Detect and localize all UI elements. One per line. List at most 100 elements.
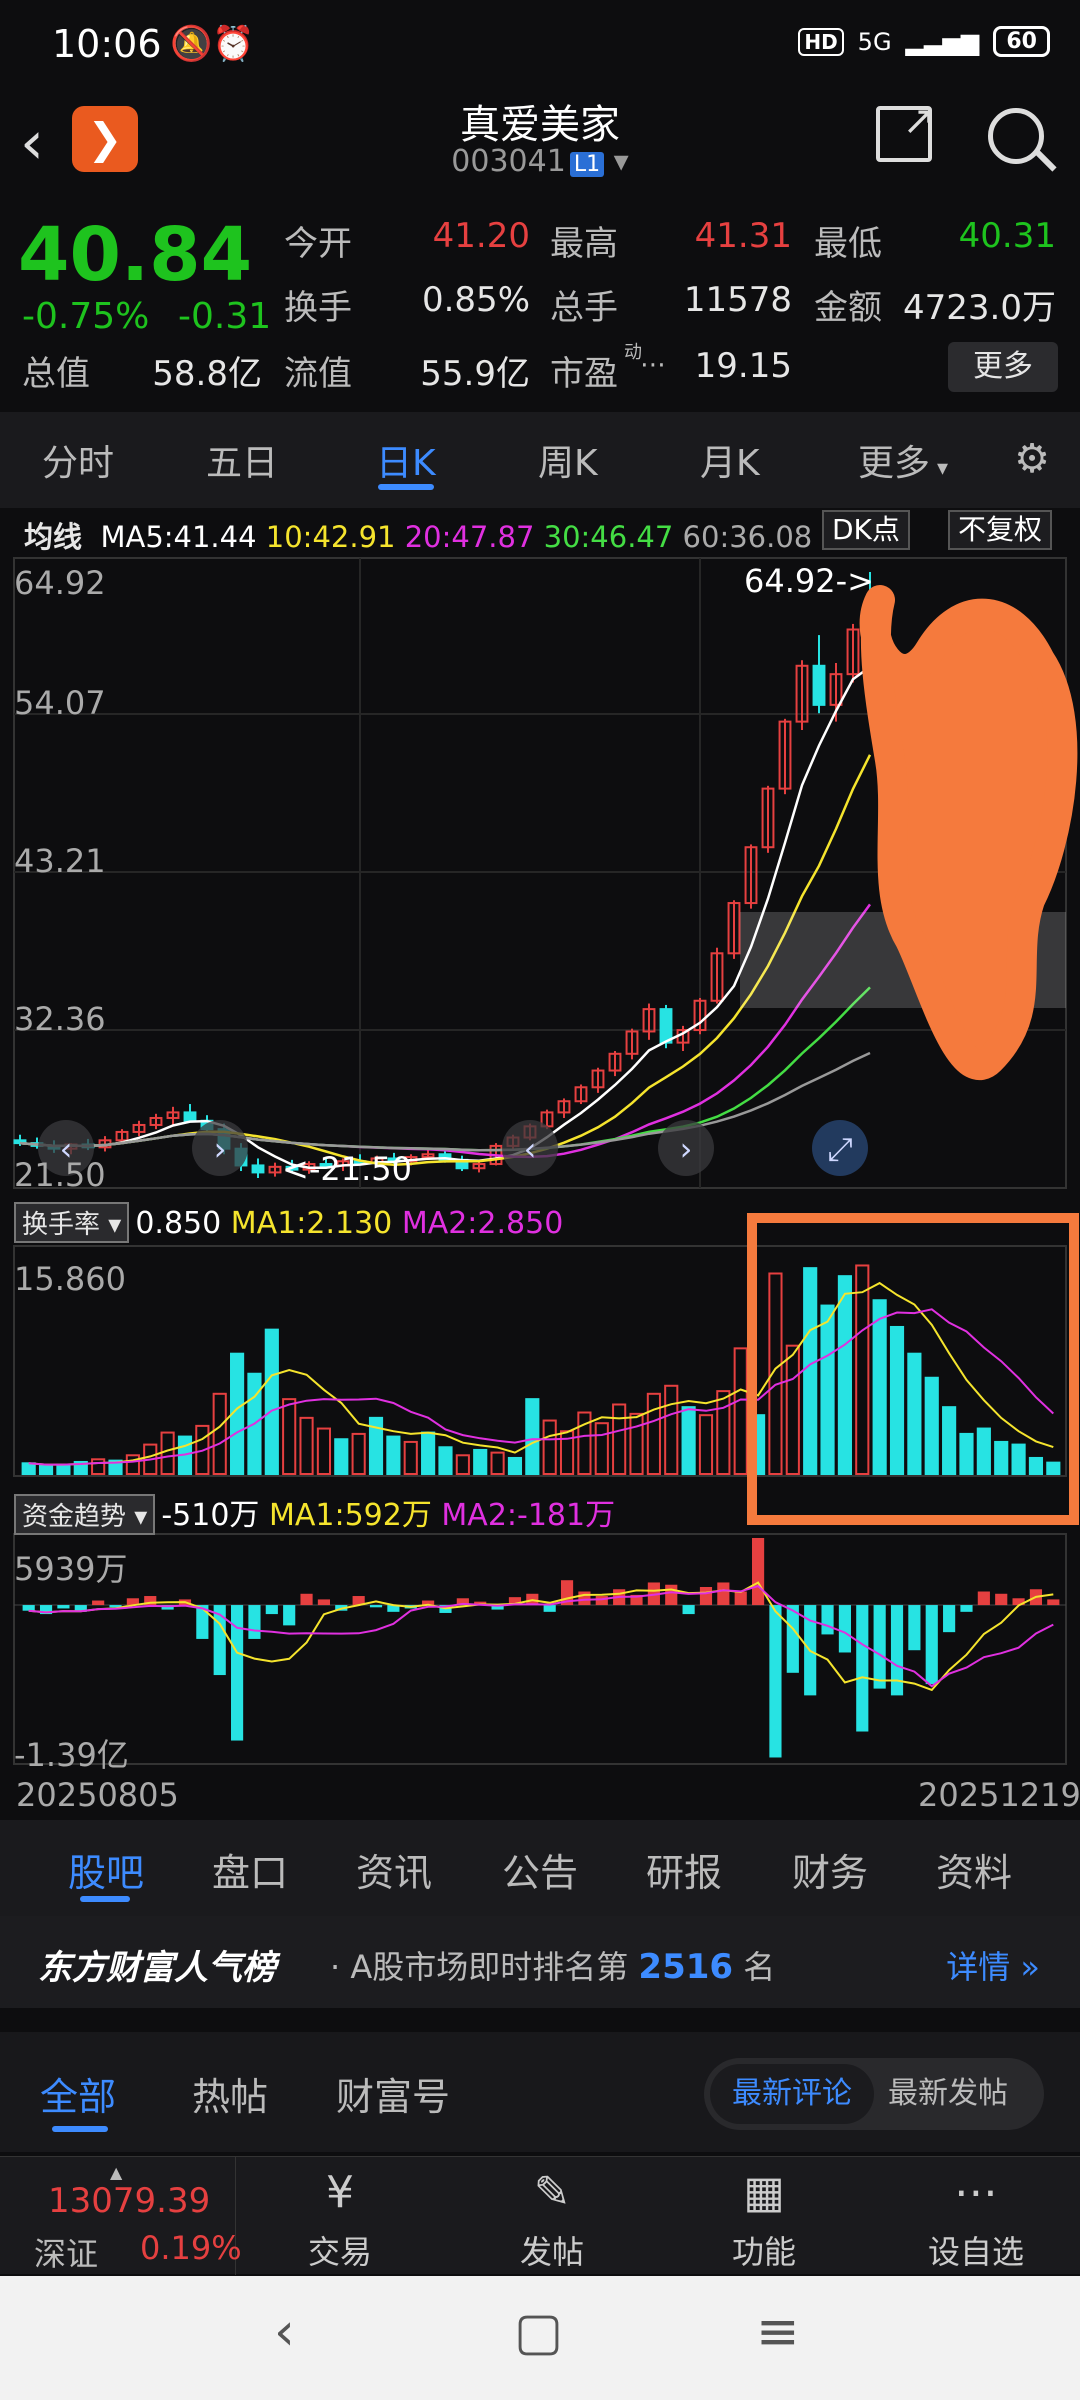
trade-button[interactable]: ¥ 交易 — [240, 2157, 440, 2275]
network-label: 5G — [857, 27, 892, 56]
nav-home-icon[interactable]: ▢ — [514, 2302, 563, 2362]
tab-intraday[interactable]: 分时 — [42, 434, 114, 486]
flow-bar — [578, 1591, 591, 1606]
turnover-bar — [38, 1464, 54, 1476]
rank-detail-link[interactable]: 详情 » — [946, 1942, 1040, 1988]
tab-daily-k[interactable]: 日K — [376, 434, 436, 486]
low-label: 最低 — [814, 224, 882, 264]
y-tick-bottom: 21.50 — [14, 1156, 106, 1194]
amount-value: 4723.0万 — [903, 288, 1056, 328]
flow-bar — [769, 1605, 782, 1758]
tab-research[interactable]: 研报 — [646, 1842, 722, 1897]
nav-menu-icon[interactable]: ≡ — [756, 2302, 800, 2362]
tab-pankou[interactable]: 盘口 — [212, 1842, 288, 1897]
flow-max: 5939万 — [14, 1550, 128, 1588]
system-nav: ‹ ▢ ≡ — [0, 2276, 1080, 2400]
turnover-bar — [803, 1267, 818, 1475]
sort-latest-comment[interactable]: 最新评论 — [710, 2064, 874, 2124]
volume-value: 11578 — [683, 280, 792, 320]
turnover-bar — [125, 1454, 140, 1475]
flow-bar — [838, 1605, 851, 1653]
turnover-bar — [1046, 1461, 1061, 1475]
last-price: 40.84 — [18, 212, 253, 298]
flow-bar — [873, 1605, 886, 1689]
y-tick-3: 43.21 — [14, 842, 106, 880]
turnover-bar — [403, 1440, 418, 1476]
flow-bar — [22, 1605, 35, 1611]
tab-guba[interactable]: 股吧 — [68, 1842, 144, 1897]
nav-back-icon[interactable]: ‹ — [274, 2302, 295, 2362]
turnover-bar — [837, 1275, 852, 1475]
info-icon[interactable]: ⋯ — [640, 350, 666, 380]
tab-monthly-k[interactable]: 月K — [700, 434, 760, 486]
index-ticker[interactable]: ▲ 13079.39 深证 0.19% — [0, 2157, 242, 2275]
y-tick-2: 54.07 — [14, 684, 106, 722]
candle-body — [183, 1111, 197, 1122]
turnover-bar — [299, 1416, 314, 1475]
tab-weekly-k[interactable]: 周K — [538, 434, 598, 486]
turnover-bar — [698, 1414, 714, 1476]
add-watchlist-button[interactable]: ⋯ 设自选 — [876, 2157, 1076, 2275]
tab-profile[interactable]: 资料 — [936, 1842, 1012, 1897]
scroll-arrow-glyph: › — [680, 1130, 693, 1168]
flow-bar — [786, 1605, 799, 1673]
turnover-selector[interactable]: 换手率 ▾ — [14, 1202, 130, 1243]
float-label: 流值 — [284, 354, 352, 394]
dk-point-button[interactable]: DK点 — [822, 510, 910, 550]
no-adjust-button[interactable]: 不复权 — [948, 510, 1053, 550]
ma60-value: 60:36.08 — [682, 520, 813, 554]
gear-icon[interactable]: ⚙ — [1014, 436, 1050, 482]
turnover-bar — [542, 1419, 557, 1475]
sort-latest-post[interactable]: 最新发帖 — [866, 2064, 1030, 2124]
tab-finance[interactable]: 财务 — [792, 1842, 868, 1897]
low-annotation: <-21.50 — [282, 1150, 412, 1188]
flow-bar — [265, 1605, 278, 1615]
rank-brand: 东方财富人气榜 — [38, 1948, 276, 1988]
turnover-value: 0.85% — [421, 280, 530, 320]
grid-icon: ▦ — [743, 2167, 785, 2218]
tab-announcements[interactable]: 公告 — [502, 1842, 578, 1897]
turnover-bar — [907, 1352, 922, 1476]
turnover-bar — [994, 1440, 1009, 1476]
popularity-rank-bar[interactable]: 东方财富人气榜 · A股市场即时排名第 2516 名 详情 » — [0, 1916, 1080, 2008]
quote-panel: 40.84 -0.75% -0.31 今开 41.20 最高 41.31 最低 … — [0, 198, 1080, 410]
pe-label: 市盈 — [550, 354, 618, 394]
turnover-bar — [421, 1431, 436, 1475]
battery-icon: 60 — [993, 26, 1050, 57]
turnover-bar — [490, 1451, 505, 1476]
more-button[interactable]: 更多 — [948, 342, 1058, 392]
tab-five-day[interactable]: 五日 — [206, 434, 278, 486]
kline-chart[interactable]: ‹ › ‹ › ⤢ — [0, 556, 1080, 1772]
high-annotation: 64.92-> — [744, 562, 874, 600]
volume-label: 总手 — [550, 288, 618, 328]
flow-bar — [92, 1600, 105, 1606]
flow-bar — [908, 1605, 921, 1651]
flow-bar — [369, 1605, 383, 1608]
level-badge: L1 — [569, 152, 605, 177]
functions-button[interactable]: ▦ 功能 — [664, 2157, 864, 2275]
post-button[interactable]: ✎ 发帖 — [452, 2157, 652, 2275]
pe-value: 19.15 — [694, 346, 792, 386]
tab-all[interactable]: 全部 — [40, 2066, 116, 2121]
hd-icon: HD — [798, 27, 844, 56]
turnover-bar — [612, 1403, 627, 1476]
candles — [13, 572, 877, 1178]
tab-more[interactable]: 更多 ▾ — [858, 434, 948, 486]
turnover-bar — [212, 1392, 227, 1475]
share-arrow-icon: ↗ — [902, 98, 936, 144]
feed-tabs: 全部 热帖 财富号 最新评论 最新发帖 — [0, 2032, 1080, 2152]
flow-frame — [13, 1533, 1067, 1765]
flow-selector[interactable]: 资金趋势 ▾ — [14, 1494, 156, 1535]
flow-bar — [248, 1605, 261, 1639]
tab-news[interactable]: 资讯 — [356, 1842, 432, 1897]
flow-bar — [317, 1599, 330, 1606]
turnover-bars — [21, 1264, 1061, 1476]
rank-text: · A股市场即时排名第 2516 名 — [330, 1947, 776, 1987]
scroll-arrow-glyph: ‹ — [524, 1130, 537, 1168]
tab-wealth[interactable]: 财富号 — [336, 2066, 450, 2121]
turnover-max: 15.860 — [14, 1260, 126, 1298]
tab-hot[interactable]: 热帖 — [192, 2066, 268, 2121]
chevron-down-icon: ▾ — [613, 144, 629, 179]
flow-bar — [1047, 1599, 1060, 1606]
ma30-line — [19, 986, 871, 1152]
